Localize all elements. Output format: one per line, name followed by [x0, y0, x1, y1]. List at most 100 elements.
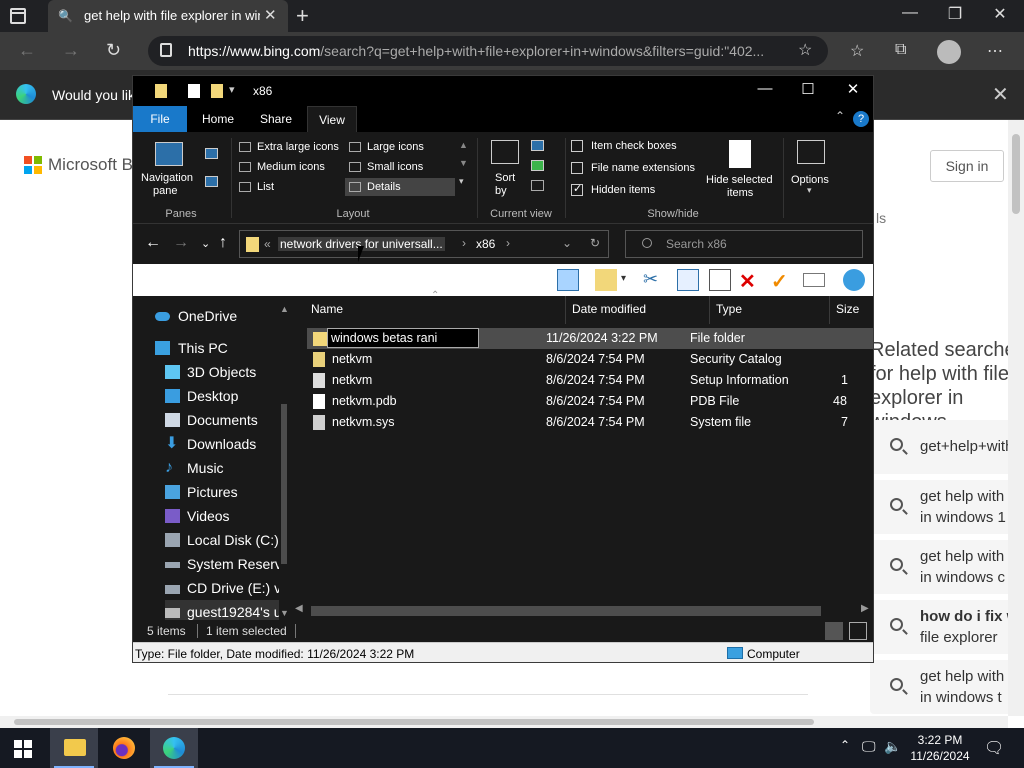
- nav-item-documents[interactable]: Documents: [165, 408, 258, 432]
- related-search-item[interactable]: get help with in windows t: [870, 660, 1024, 714]
- group-by-icon[interactable]: [531, 140, 544, 151]
- profile-avatar[interactable]: [937, 40, 961, 64]
- taskbar-file-explorer[interactable]: [50, 728, 98, 768]
- windows-start-icon[interactable]: [14, 740, 32, 758]
- add-columns-icon[interactable]: [531, 160, 544, 171]
- table-row[interactable]: 11/26/2024 3:22 PM File folder: [307, 328, 873, 349]
- related-search-item[interactable]: how do i fix w file explorer: [870, 600, 1024, 654]
- show-hidden-icons-icon[interactable]: ⌃: [840, 738, 850, 752]
- layout-details[interactable]: Details: [345, 178, 455, 196]
- navigation-pane-icon[interactable]: [155, 142, 183, 166]
- scroll-up-icon[interactable]: ▲: [280, 304, 289, 314]
- nav-item-system-reserved[interactable]: System Reserv: [165, 552, 282, 576]
- breadcrumb-overflow[interactable]: «: [264, 237, 271, 251]
- restore-icon[interactable]: ❐: [935, 4, 975, 24]
- file-name-extensions-checkbox[interactable]: [571, 162, 583, 174]
- layout-extra-large-icons[interactable]: Extra large icons: [235, 138, 345, 156]
- layout-medium-icons[interactable]: Medium icons: [235, 158, 345, 176]
- breadcrumb-chevron-icon[interactable]: ›: [462, 236, 466, 250]
- nav-item-this-pc[interactable]: This PC: [155, 336, 228, 360]
- layout-scroll-down-icon[interactable]: ▼: [459, 158, 468, 168]
- taskbar-clock[interactable]: 3:22 PM 11/26/2024: [905, 732, 975, 764]
- column-size[interactable]: Size: [836, 302, 859, 316]
- address-bar[interactable]: https://www.bing.com/search?q=get+help+w…: [148, 36, 828, 66]
- globe-icon[interactable]: [843, 269, 865, 291]
- taskbar-edge[interactable]: [150, 728, 198, 768]
- breadcrumb-chevron-icon[interactable]: ›: [506, 236, 510, 250]
- add-favorite-icon[interactable]: ☆: [798, 40, 812, 60]
- url-text[interactable]: https://www.bing.com/search?q=get+help+w…: [188, 43, 788, 59]
- infobar-close-icon[interactable]: ✕: [992, 82, 1009, 107]
- rename-input[interactable]: [327, 328, 479, 348]
- sort-by-button[interactable]: Sort: [495, 172, 515, 184]
- copy-icon[interactable]: [677, 269, 699, 291]
- hidden-items-checkbox[interactable]: [571, 182, 583, 196]
- forward-icon[interactable]: →: [62, 40, 80, 61]
- sign-in-button[interactable]: Sign in: [930, 150, 1004, 182]
- nav-item-downloads[interactable]: ⬇ Downloads: [165, 432, 256, 456]
- scrollbar-thumb[interactable]: [14, 719, 814, 725]
- options-dropdown-icon[interactable]: ▾: [807, 185, 812, 196]
- page-horizontal-scrollbar[interactable]: [0, 716, 1008, 728]
- customize-quick-access-icon[interactable]: ▾: [229, 83, 235, 96]
- related-search-item[interactable]: get help with in windows 1: [870, 480, 1024, 534]
- divider[interactable]: [709, 296, 710, 324]
- related-search-item[interactable]: get help with in windows c: [870, 540, 1024, 594]
- search-input[interactable]: Search x86: [625, 230, 863, 258]
- refresh-icon[interactable]: ↻: [590, 236, 600, 250]
- column-date-modified[interactable]: Date modified: [572, 302, 646, 316]
- nav-item-onedrive[interactable]: OneDrive: [155, 304, 237, 328]
- scrollbar-thumb[interactable]: [311, 606, 821, 616]
- scroll-left-icon[interactable]: ◀: [295, 603, 303, 614]
- back-icon[interactable]: ←: [145, 234, 161, 252]
- scroll-down-icon[interactable]: ▼: [280, 608, 289, 618]
- nav-item-videos[interactable]: Videos: [165, 504, 230, 528]
- rename-icon[interactable]: [803, 273, 825, 287]
- large-icons-view-icon[interactable]: [849, 622, 867, 640]
- nav-item-local-disk[interactable]: Local Disk (C:): [165, 528, 279, 552]
- table-row[interactable]: netkvm.sys 8/6/2024 7:54 PM System file …: [307, 412, 873, 433]
- minimize-icon[interactable]: —: [745, 80, 785, 97]
- nav-item-network-share[interactable]: guest19284's u: [165, 600, 282, 620]
- dropdown-icon[interactable]: ▾: [621, 273, 631, 295]
- tab-share[interactable]: Share: [253, 106, 299, 132]
- collections-icon[interactable]: ⧉: [895, 41, 906, 59]
- details-pane-icon[interactable]: [205, 176, 218, 187]
- back-icon[interactable]: ←: [18, 40, 36, 61]
- navigation-pane-button[interactable]: Navigation: [141, 172, 193, 184]
- nav-item-pictures[interactable]: Pictures: [165, 480, 238, 504]
- tab-home[interactable]: Home: [195, 106, 241, 132]
- item-check-boxes-checkbox[interactable]: [571, 140, 583, 152]
- size-columns-icon[interactable]: [531, 180, 544, 191]
- layout-scroll-up-icon[interactable]: ▲: [459, 140, 468, 150]
- preview-pane-icon[interactable]: [557, 269, 579, 291]
- minimize-icon[interactable]: —: [890, 4, 930, 22]
- nav-pane-scrollbar[interactable]: ▲ ▼: [279, 304, 289, 620]
- hide-selected-items-button[interactable]: Hide selected: [706, 174, 773, 186]
- explorer-title-bar[interactable]: ▾ x86 — ☐ ✕: [133, 76, 873, 106]
- nav-item-desktop[interactable]: Desktop: [165, 384, 238, 408]
- forward-icon[interactable]: →: [173, 234, 189, 252]
- properties-icon[interactable]: [188, 84, 200, 98]
- layout-small-icons[interactable]: Small icons: [345, 158, 455, 176]
- network-icon[interactable]: 🖵: [862, 738, 876, 755]
- tab-view[interactable]: View: [307, 106, 357, 132]
- column-type[interactable]: Type: [716, 302, 742, 316]
- paste-icon[interactable]: [709, 269, 731, 291]
- layout-expand-icon[interactable]: ▾: [459, 176, 464, 187]
- nav-item-music[interactable]: ♪ Music: [165, 456, 224, 480]
- taskbar-firefox[interactable]: [100, 728, 148, 768]
- address-path-box[interactable]: « network drivers for universall... › x8…: [239, 230, 609, 258]
- nav-item-3d-objects[interactable]: 3D Objects: [165, 360, 256, 384]
- sort-by-icon[interactable]: [491, 140, 519, 164]
- close-window-icon[interactable]: ✕: [980, 4, 1020, 24]
- new-folder-icon[interactable]: [595, 269, 617, 291]
- table-row[interactable]: netkvm 8/6/2024 7:54 PM Security Catalog: [307, 349, 873, 370]
- column-name[interactable]: Name: [311, 302, 343, 316]
- close-icon[interactable]: ✕: [833, 80, 873, 98]
- maximize-icon[interactable]: ☐: [788, 80, 828, 98]
- scrollbar-thumb[interactable]: [1012, 134, 1020, 214]
- refresh-icon[interactable]: ↻: [106, 40, 121, 61]
- up-icon[interactable]: ↑: [219, 234, 227, 252]
- volume-muted-icon[interactable]: 🔈: [884, 738, 901, 755]
